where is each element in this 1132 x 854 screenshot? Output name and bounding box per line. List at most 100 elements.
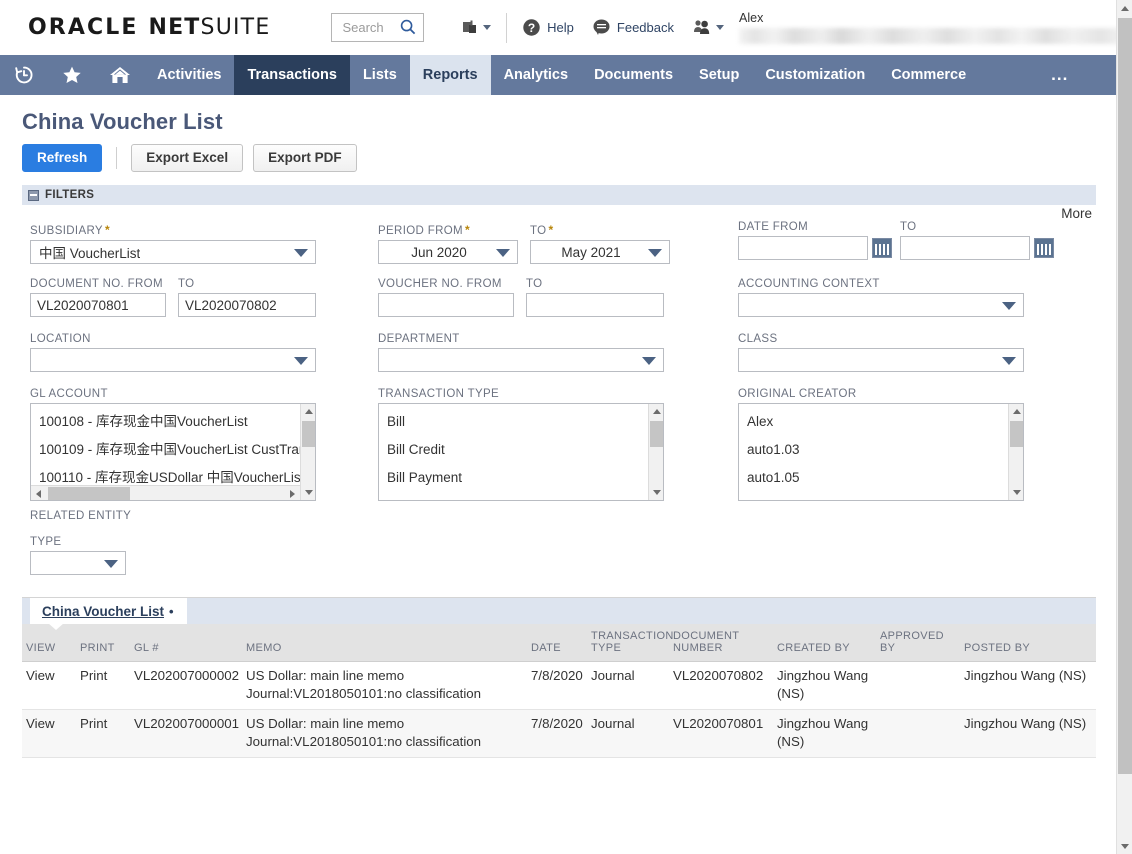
nav-item-commerce[interactable]: Commerce bbox=[878, 55, 979, 95]
refresh-button[interactable]: Refresh bbox=[22, 144, 103, 172]
scroll-down-icon[interactable] bbox=[649, 485, 663, 500]
subsidiary-select[interactable]: 中国 VoucherList bbox=[30, 240, 316, 264]
accounting-context-select[interactable] bbox=[738, 293, 1024, 317]
oracle-netsuite-logo[interactable]: ORACLE NET SUITE bbox=[28, 15, 270, 40]
scroll-down-icon[interactable] bbox=[1117, 838, 1132, 854]
col-gl[interactable]: GL # bbox=[130, 624, 242, 662]
field-date-from: DATE FROM bbox=[738, 221, 892, 260]
quick-add-button[interactable] bbox=[452, 11, 500, 45]
page-scrollbar[interactable] bbox=[1116, 0, 1132, 854]
help-button[interactable]: ? Help bbox=[513, 11, 583, 45]
col-created-by[interactable]: CREATED BY bbox=[773, 624, 876, 662]
list-item[interactable]: Alex bbox=[739, 408, 1023, 436]
table-row[interactable]: View Print VL202007000002 US Dollar: mai… bbox=[22, 661, 1096, 710]
field-related-entity: RELATED ENTITY TYPE bbox=[30, 510, 131, 575]
gl-account-listbox[interactable]: 100108 - 库存现金中国VoucherList 100109 - 库存现金… bbox=[30, 403, 316, 501]
view-link[interactable]: View bbox=[22, 709, 76, 758]
tab-dot: • bbox=[169, 603, 174, 619]
table-row[interactable]: View Print VL202007000001 US Dollar: mai… bbox=[22, 709, 1096, 758]
vertical-scrollbar[interactable] bbox=[1008, 404, 1023, 500]
nav-item-setup[interactable]: Setup bbox=[686, 55, 752, 95]
nav-item-analytics[interactable]: Analytics bbox=[491, 55, 581, 95]
nav-overflow-button[interactable]: ... bbox=[1037, 55, 1082, 95]
tab-china-voucher-list[interactable]: China Voucher List • bbox=[30, 598, 187, 630]
field-original-creator: ORIGINAL CREATOR Alex auto1.03 auto1.05 … bbox=[738, 388, 1024, 501]
scroll-left-icon[interactable] bbox=[31, 486, 46, 500]
scroll-up-icon[interactable] bbox=[1009, 404, 1023, 419]
period-to-select[interactable]: May 2021 bbox=[530, 240, 670, 264]
list-item[interactable]: Bill Credit bbox=[379, 436, 663, 464]
nav-item-activities[interactable]: Activities bbox=[144, 55, 234, 95]
shortcuts-button[interactable] bbox=[48, 55, 96, 95]
horizontal-scrollbar[interactable] bbox=[31, 485, 300, 500]
global-header: ORACLE NET SUITE Search ? Help Feedback … bbox=[0, 0, 1132, 55]
export-pdf-button[interactable]: Export PDF bbox=[253, 144, 357, 172]
voucher-no-from-input[interactable] bbox=[378, 293, 514, 317]
list-item[interactable]: auto1.05 bbox=[739, 464, 1023, 492]
vertical-scrollbar[interactable] bbox=[300, 404, 315, 500]
nav-item-documents[interactable]: Documents bbox=[581, 55, 686, 95]
scroll-up-icon[interactable] bbox=[301, 404, 315, 419]
col-transaction-type[interactable]: TRANSACTION TYPE bbox=[587, 624, 673, 662]
home-button[interactable] bbox=[96, 55, 144, 95]
location-select[interactable] bbox=[30, 348, 316, 372]
scrollbar-thumb[interactable] bbox=[1118, 18, 1132, 774]
feedback-button[interactable]: Feedback bbox=[583, 11, 683, 45]
nav-item-transactions[interactable]: Transactions bbox=[234, 55, 350, 95]
recent-records-button[interactable] bbox=[0, 55, 48, 95]
original-creator-listbox[interactable]: Alex auto1.03 auto1.05 Bullettin bbox=[738, 403, 1024, 501]
print-link[interactable]: Print bbox=[76, 661, 130, 710]
transaction-type-listbox[interactable]: Bill Bill Credit Bill Payment Cash Refun… bbox=[378, 403, 664, 501]
scroll-right-icon[interactable] bbox=[285, 486, 300, 500]
col-approved-by[interactable]: APPROVED BY bbox=[876, 624, 960, 662]
collapse-icon[interactable] bbox=[28, 189, 39, 201]
list-item[interactable]: auto1.03 bbox=[739, 436, 1023, 464]
print-link[interactable]: Print bbox=[76, 709, 130, 758]
calendar-icon[interactable] bbox=[1034, 238, 1054, 258]
scrollbar-thumb[interactable] bbox=[302, 421, 315, 447]
document-no-from-input[interactable] bbox=[30, 293, 166, 317]
user-role-block[interactable]: Alex bbox=[739, 7, 1132, 49]
global-search[interactable] bbox=[331, 13, 425, 42]
department-select[interactable] bbox=[378, 348, 664, 372]
search-icon[interactable] bbox=[400, 19, 416, 35]
view-link[interactable]: View bbox=[22, 661, 76, 710]
list-item[interactable]: 100108 - 库存现金中国VoucherList bbox=[31, 408, 315, 436]
col-document-number[interactable]: DOCUMENT NUMBER bbox=[669, 624, 773, 662]
nav-item-customization[interactable]: Customization bbox=[752, 55, 878, 95]
period-from-select[interactable]: Jun 2020 bbox=[378, 240, 518, 264]
list-item[interactable]: Bill bbox=[379, 408, 663, 436]
class-select[interactable] bbox=[738, 348, 1024, 372]
col-posted-by[interactable]: POSTED BY bbox=[960, 624, 1096, 662]
list-item[interactable]: Bill Payment bbox=[379, 464, 663, 492]
nav-item-lists[interactable]: Lists bbox=[350, 55, 410, 95]
list-item[interactable]: 100109 - 库存现金中国VoucherList CustTran bbox=[31, 436, 315, 464]
list-item[interactable]: Bullettin bbox=[739, 492, 1023, 500]
col-memo[interactable]: MEMO bbox=[242, 624, 527, 662]
col-date[interactable]: DATE bbox=[527, 624, 587, 662]
scroll-down-icon[interactable] bbox=[1009, 485, 1023, 500]
scroll-up-icon[interactable] bbox=[649, 404, 663, 419]
col-print[interactable]: PRINT bbox=[76, 624, 130, 662]
netsuite-page: ORACLE NET SUITE Search ? Help Feedback … bbox=[0, 0, 1132, 854]
subsidiary-label-text: SUBSIDIARY bbox=[30, 225, 103, 237]
user-menu-button[interactable] bbox=[683, 11, 733, 45]
export-excel-button[interactable]: Export Excel bbox=[131, 144, 244, 172]
document-no-to-input[interactable] bbox=[178, 293, 316, 317]
voucher-no-to-input[interactable] bbox=[526, 293, 664, 317]
scroll-down-icon[interactable] bbox=[301, 485, 315, 500]
scrollbar-thumb[interactable] bbox=[48, 487, 130, 500]
vertical-scrollbar[interactable] bbox=[648, 404, 663, 500]
nav-item-reports[interactable]: Reports bbox=[409, 55, 491, 95]
date-from-input[interactable] bbox=[738, 236, 868, 260]
date-to-input[interactable] bbox=[900, 236, 1030, 260]
filters-header[interactable]: FILTERS bbox=[22, 185, 1096, 205]
list-item[interactable]: Cash Refund bbox=[379, 492, 663, 500]
user-role-redacted bbox=[739, 28, 1132, 44]
scroll-up-icon[interactable] bbox=[1117, 0, 1132, 16]
scrollbar-thumb[interactable] bbox=[650, 421, 663, 447]
type-select[interactable] bbox=[30, 551, 126, 575]
calendar-icon[interactable] bbox=[872, 238, 892, 258]
chevron-down-icon bbox=[294, 357, 308, 365]
scrollbar-thumb[interactable] bbox=[1010, 421, 1023, 447]
